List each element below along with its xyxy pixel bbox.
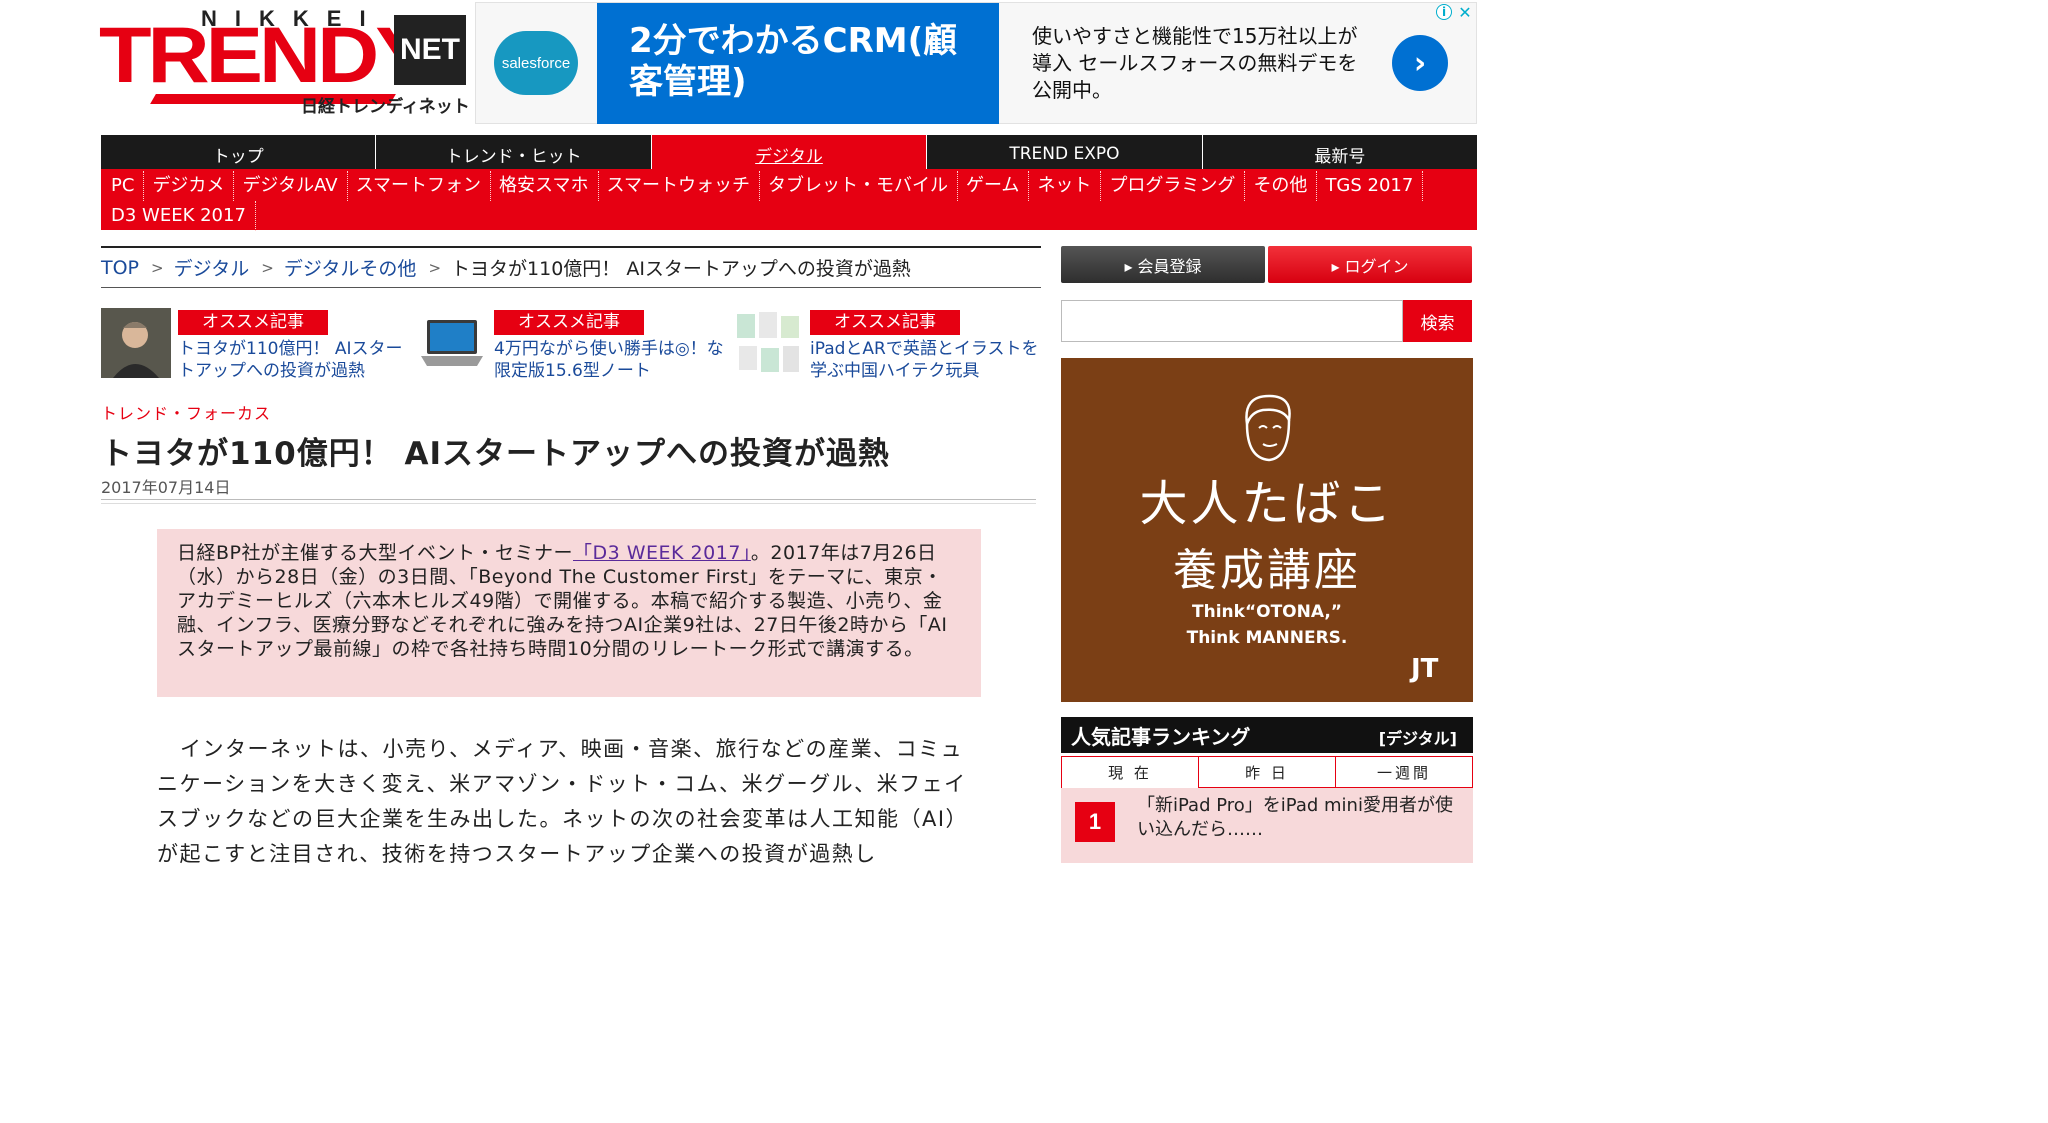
ranking-tabs: 現 在 昨 日 一週間 xyxy=(1061,756,1473,788)
recommended-thumbnail-toys xyxy=(733,308,803,378)
ad-headline-2: 養成講座 xyxy=(1173,545,1361,596)
recommended-item[interactable]: オススメ記事 iPadとARで英語とイラストを学ぶ中国ハイテク玩具 xyxy=(733,308,1039,386)
logo-net: NET xyxy=(394,15,466,85)
recommended-title[interactable]: トヨタが110億円！ AIスタートアップへの投資が過熱 xyxy=(178,338,408,382)
logo-trendy: TRENDY xyxy=(99,11,433,100)
subnav-programming[interactable]: プログラミング xyxy=(1101,171,1246,201)
nav-tab-trend-hit[interactable]: トレンド・ヒット xyxy=(376,135,652,169)
jt-logo: JT xyxy=(1411,654,1439,684)
ranking-item[interactable]: 1 「新iPad Pro」をiPad mini愛用者が使い込んだら…… xyxy=(1061,788,1473,863)
subnav-other[interactable]: その他 xyxy=(1245,171,1318,201)
article-title: トヨタが110億円！ AIスタートアップへの投資が過熱 xyxy=(101,436,891,472)
logo-jp-name: 日経トレンディネット xyxy=(301,97,470,117)
nav-tab-top[interactable]: トップ xyxy=(101,135,377,169)
article-body: インターネットは、小売り、メディア、映画・音楽、旅行などの産業、コミュニケーショ… xyxy=(157,732,981,872)
subnav-digital-av[interactable]: デジタルAV xyxy=(234,171,348,201)
site-logo[interactable]: NIKKEI TRENDY NET 日経トレンディネット xyxy=(99,6,471,120)
ad-close-icon[interactable]: ✕ xyxy=(1456,3,1474,22)
subnav-game[interactable]: ゲーム xyxy=(958,171,1030,201)
breadcrumb-digital-other[interactable]: デジタルその他 xyxy=(284,254,417,281)
ad-arrow-button[interactable]: › xyxy=(1392,35,1448,91)
subnav-smartphone[interactable]: スマートフォン xyxy=(348,171,492,201)
face-illustration-icon xyxy=(1245,394,1291,462)
recommended-title[interactable]: iPadとARで英語とイラストを学ぶ中国ハイテク玩具 xyxy=(810,338,1040,382)
breadcrumb-current: トヨタが110億円！ AIスタートアップへの投資が過熱 xyxy=(451,258,911,280)
subnav-smartwatch[interactable]: スマートウォッチ xyxy=(599,171,760,201)
subnav-budget-phone[interactable]: 格安スマホ xyxy=(491,171,599,201)
ranking-header: 人気記事ランキング [デジタル] xyxy=(1061,717,1473,753)
recommended-badge: オススメ記事 xyxy=(178,310,328,335)
ad-subline-1: Think“OTONA,” xyxy=(1192,602,1342,622)
ranking-category: [デジタル] xyxy=(1378,729,1457,748)
recommended-item[interactable]: オススメ記事 トヨタが110億円！ AIスタートアップへの投資が過熱 xyxy=(101,308,403,386)
login-button[interactable]: ▸ ログイン xyxy=(1268,246,1472,283)
register-button[interactable]: ▸ 会員登録 xyxy=(1061,246,1265,283)
ranking-item-title[interactable]: 「新iPad Pro」をiPad mini愛用者が使い込んだら…… xyxy=(1137,794,1467,842)
nav-tab-trend-expo[interactable]: TREND EXPO xyxy=(927,135,1203,169)
ad-headline-1: 大人たばこ xyxy=(1139,476,1395,532)
nav-tab-latest-issue[interactable]: 最新号 xyxy=(1203,135,1477,169)
subnav-pc[interactable]: PC xyxy=(103,171,145,201)
top-banner-ad[interactable]: salesforce 2分でわかるCRM(顧客管理) 使いやすさと機能性で15万… xyxy=(475,2,1477,124)
recommended-badge: オススメ記事 xyxy=(810,310,960,335)
article-body-text: インターネットは、小売り、メディア、映画・音楽、旅行などの産業、コミュニケーショ… xyxy=(157,737,969,866)
ranking-tab-week[interactable]: 一週間 xyxy=(1336,756,1473,788)
ad-subline-2: Think MANNERS. xyxy=(1186,628,1348,648)
subnav-tgs-2017[interactable]: TGS 2017 xyxy=(1317,171,1424,201)
lead-text-before: 日経BP社が主催する大型イベント・セミナー xyxy=(177,542,573,564)
recommended-title[interactable]: 4万円ながら使い勝手は◎！な限定版15.6型ノート xyxy=(494,338,724,382)
article-category[interactable]: トレンド・フォーカス xyxy=(101,400,271,424)
ranking-title: 人気記事ランキング xyxy=(1071,725,1251,749)
recommended-badge: オススメ記事 xyxy=(494,310,644,335)
breadcrumb-top[interactable]: TOP xyxy=(101,257,139,279)
salesforce-logo: salesforce xyxy=(494,31,578,95)
article-lead-box: 日経BP社が主催する大型イベント・セミナー「D3 WEEK 2017」。2017… xyxy=(157,529,981,697)
lead-d3-week-link[interactable]: 「D3 WEEK 2017」 xyxy=(573,542,751,564)
nav-tab-digital[interactable]: デジタル xyxy=(651,135,928,169)
ranking-tab-now[interactable]: 現 在 xyxy=(1061,756,1199,788)
sidebar-ad-jt[interactable]: 大人たばこ 養成講座 Think“OTONA,” Think MANNERS. … xyxy=(1061,358,1473,702)
ad-description: 使いやすさと機能性で15万社以上が導入 セールスフォースの無料デモを公開中。 xyxy=(1032,24,1358,102)
search-input[interactable] xyxy=(1061,300,1403,342)
ranking-tab-yesterday[interactable]: 昨 日 xyxy=(1199,756,1336,788)
ad-headline: 2分でわかるCRM(顧客管理) xyxy=(597,3,999,124)
subnav-d3-week-2017[interactable]: D3 WEEK 2017 xyxy=(103,201,256,231)
search-button[interactable]: 検索 xyxy=(1403,300,1472,342)
breadcrumb-separator: > xyxy=(151,258,164,277)
ranking-number: 1 xyxy=(1075,802,1115,842)
subnav-digicam[interactable]: デジカメ xyxy=(144,171,235,201)
breadcrumb-separator: > xyxy=(261,258,274,277)
article-date: 2017年07月14日 xyxy=(101,478,231,497)
sub-nav: PC デジカメ デジタルAV スマートフォン 格安スマホ スマートウォッチ タブ… xyxy=(101,169,1477,231)
recommended-thumbnail-laptop xyxy=(417,308,487,378)
ad-info-icon[interactable]: i xyxy=(1436,4,1452,20)
subnav-tablet-mobile[interactable]: タブレット・モバイル xyxy=(760,171,958,201)
main-nav: トップ トレンド・ヒット デジタル TREND EXPO 最新号 xyxy=(101,135,1477,169)
subnav-net[interactable]: ネット xyxy=(1029,171,1102,201)
breadcrumb-separator: > xyxy=(428,258,442,277)
breadcrumb: TOP > デジタル > デジタルその他 > トヨタが110億円！ AIスタート… xyxy=(101,246,1041,288)
breadcrumb-digital[interactable]: デジタル xyxy=(174,254,250,281)
recommended-item[interactable]: オススメ記事 4万円ながら使い勝手は◎！な限定版15.6型ノート xyxy=(417,308,724,386)
recommended-thumbnail-speaker xyxy=(101,308,171,378)
title-divider xyxy=(101,499,1036,504)
